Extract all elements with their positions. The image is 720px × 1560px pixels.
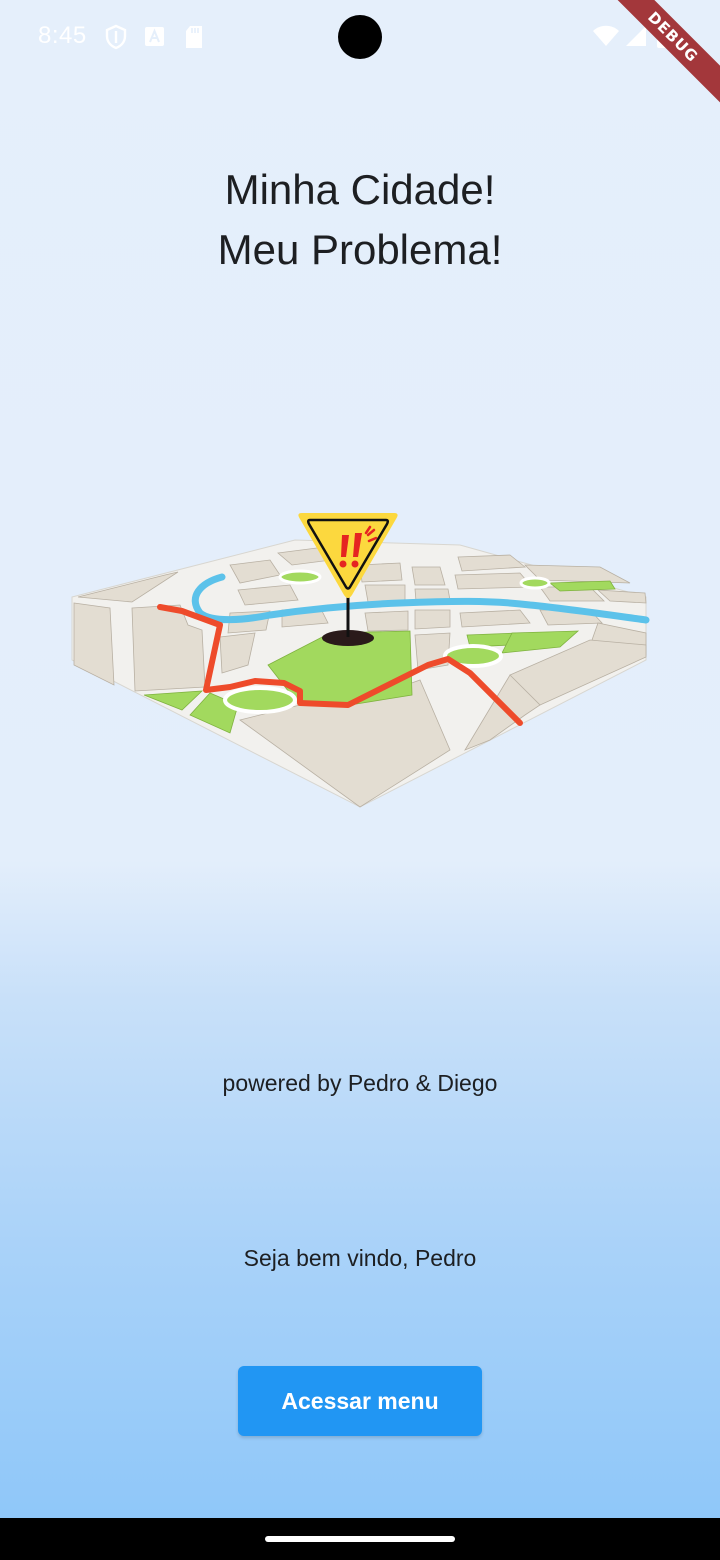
- debug-ribbon-label: DEBUG: [610, 0, 720, 107]
- city-map-problem-illustration: [71, 513, 650, 808]
- debug-banner: DEBUG: [610, 0, 720, 110]
- park: [223, 686, 297, 714]
- map-block: [364, 610, 409, 632]
- text-a-icon: [143, 24, 167, 50]
- park: [548, 580, 616, 592]
- page-title: Minha Cidade! Meu Problema!: [0, 160, 720, 280]
- park: [278, 569, 322, 585]
- navigation-bar: [0, 1518, 720, 1560]
- welcome-text: Seja bem vindo, Pedro: [243, 1245, 477, 1271]
- map-block: [411, 566, 446, 586]
- home-indicator[interactable]: [265, 1536, 455, 1542]
- shield-icon: [104, 24, 128, 50]
- map-block: [364, 584, 406, 603]
- title-line-2: Meu Problema!: [217, 226, 503, 273]
- map-block: [414, 609, 451, 630]
- status-time: 8:45: [38, 22, 87, 49]
- title-line-1: Minha Cidade!: [224, 166, 496, 213]
- sd-card-icon: [182, 24, 206, 50]
- access-menu-button[interactable]: Acessar menu: [238, 1366, 482, 1436]
- park: [519, 576, 551, 590]
- powered-by-text: powered by Pedro & Diego: [222, 1070, 498, 1096]
- map-block: [73, 602, 115, 686]
- camera-cutout: [338, 15, 382, 59]
